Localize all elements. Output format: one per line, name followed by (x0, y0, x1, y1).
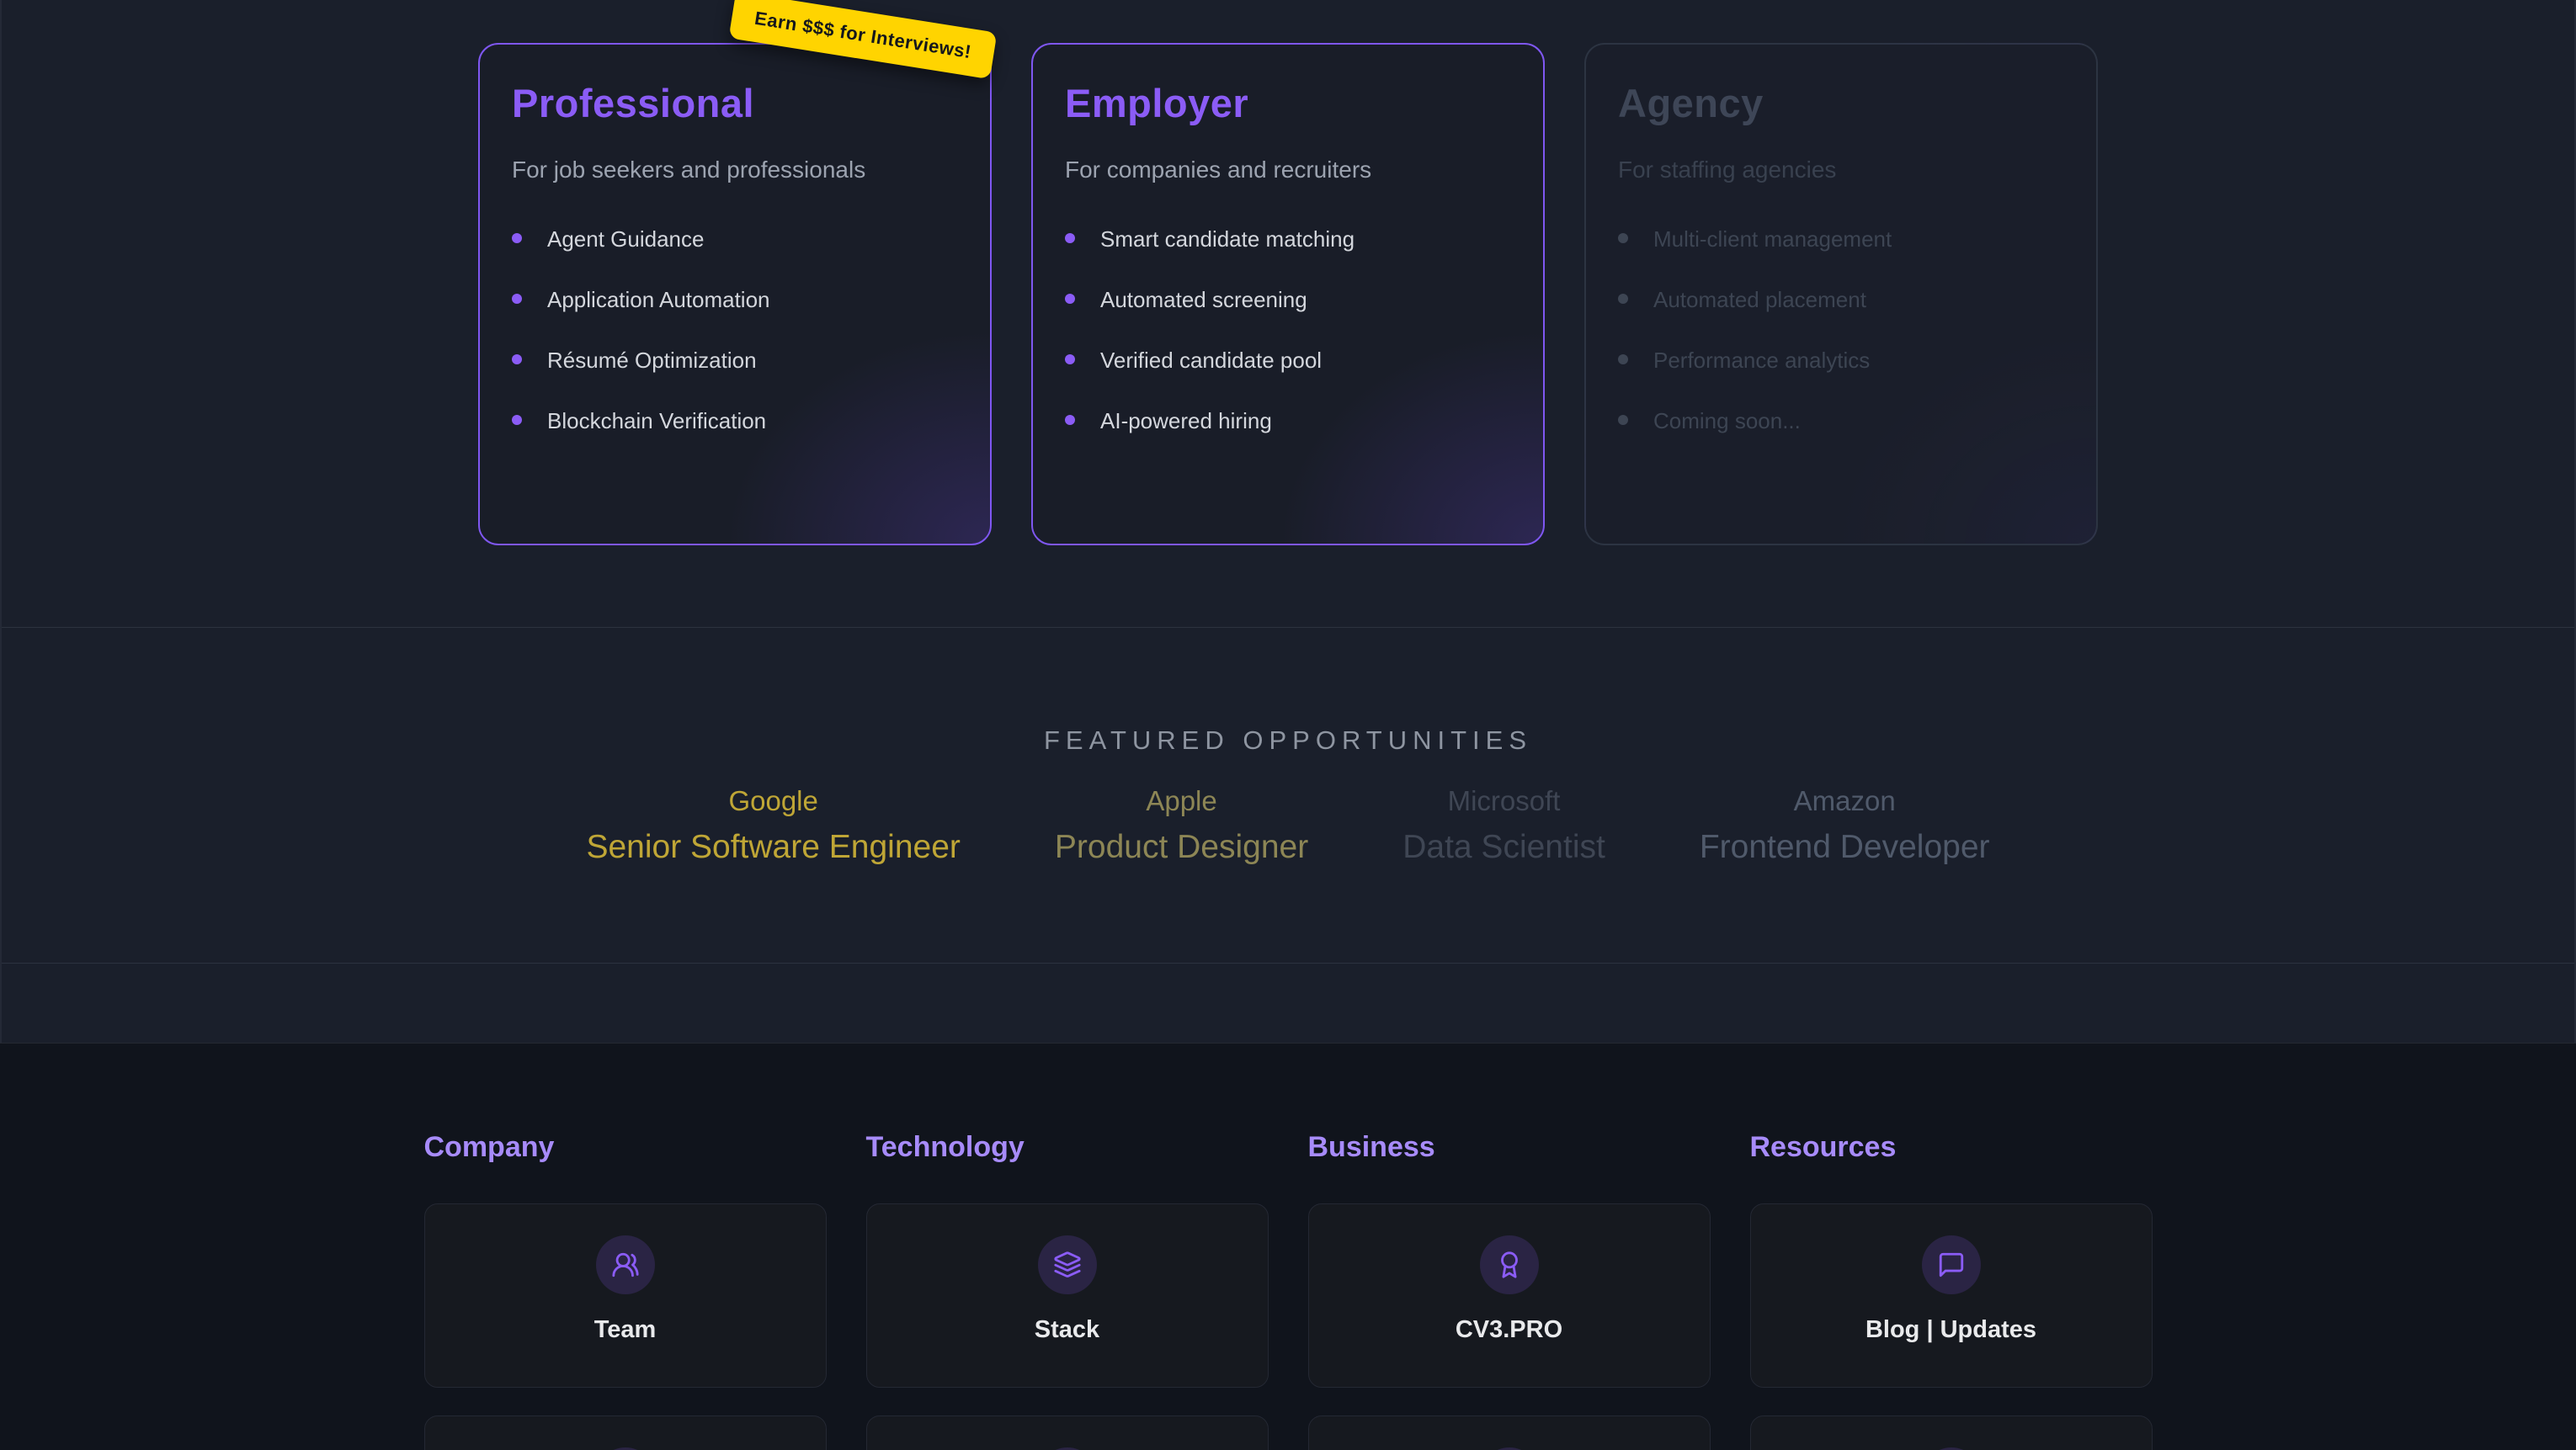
plan-subtitle: For staffing agencies (1618, 157, 2064, 183)
footer-column-company: Company Team (424, 1131, 827, 1450)
job-role: Senior Software Engineer (586, 828, 960, 867)
plan-card-professional[interactable]: Professional For job seekers and profess… (478, 43, 992, 545)
bullet-icon (1618, 415, 1628, 425)
plan-feature: Verified candidate pool (1065, 347, 1511, 374)
plan-feature-label: Résumé Optimization (547, 347, 757, 374)
plan-card-agency: Agency For staffing agencies Multi-clien… (1584, 43, 2098, 545)
plan-feature-label: Automated placement (1653, 286, 1866, 313)
featured-job-apple[interactable]: Apple Product Designer (1055, 784, 1308, 867)
footer-heading: Business (1308, 1131, 1711, 1164)
footer-columns: Company Team Technology Stack (424, 1131, 2153, 1450)
footer-card-label: Stack (1035, 1316, 1099, 1344)
bullet-icon (1618, 354, 1628, 364)
footer-card-partial[interactable] (866, 1415, 1269, 1450)
job-company: Microsoft (1402, 784, 1605, 818)
bullet-icon (1618, 233, 1628, 243)
plan-feature-list: Multi-client management Automated placem… (1618, 226, 2064, 434)
footer: Company Team Technology Stack (0, 1043, 2576, 1450)
job-company: Amazon (1700, 784, 1990, 818)
footer-card-label: Blog | Updates (1865, 1316, 2036, 1344)
plan-feature-label: Application Automation (547, 286, 770, 313)
featured-opportunities-section: FEATURED OPPORTUNITIES Google Senior Sof… (2, 627, 2574, 963)
footer-card-partial[interactable] (1750, 1415, 2153, 1450)
featured-job-microsoft[interactable]: Microsoft Data Scientist (1402, 784, 1605, 867)
message-icon (1922, 1235, 1981, 1294)
plan-feature: Smart candidate matching (1065, 226, 1511, 252)
featured-heading: FEATURED OPPORTUNITIES (2, 725, 2574, 756)
footer-heading: Technology (866, 1131, 1269, 1164)
plan-feature-label: AI-powered hiring (1100, 407, 1272, 434)
job-role: Frontend Developer (1700, 828, 1990, 867)
plan-feature: AI-powered hiring (1065, 407, 1511, 434)
plan-feature: Coming soon... (1618, 407, 2064, 434)
featured-jobs-row: Google Senior Software Engineer Apple Pr… (2, 784, 2574, 867)
job-company: Google (586, 784, 960, 818)
plan-title: Professional (512, 80, 958, 126)
footer-card-label: CV3.PRO (1456, 1316, 1562, 1344)
plan-feature-label: Smart candidate matching (1100, 226, 1355, 252)
plan-feature-label: Verified candidate pool (1100, 347, 1322, 374)
footer-card-stack[interactable]: Stack (866, 1203, 1269, 1388)
page-upper: Earn $$$ for Interviews! Professional Fo… (0, 0, 2576, 1043)
bullet-icon (1065, 354, 1075, 364)
layers-icon (1038, 1235, 1097, 1294)
plan-subtitle: For companies and recruiters (1065, 157, 1511, 183)
plan-feature-list: Agent Guidance Application Automation Ré… (512, 226, 958, 434)
footer-card-partial[interactable] (424, 1415, 827, 1450)
footer-card-partial[interactable] (1308, 1415, 1711, 1450)
bullet-icon (512, 415, 522, 425)
footer-heading: Company (424, 1131, 827, 1164)
footer-heading: Resources (1750, 1131, 2153, 1164)
plan-card-employer[interactable]: Employer For companies and recruiters Sm… (1031, 43, 1545, 545)
plan-title: Agency (1618, 80, 2064, 126)
plan-subtitle: For job seekers and professionals (512, 157, 958, 183)
plan-feature: Performance analytics (1618, 347, 2064, 374)
featured-job-google[interactable]: Google Senior Software Engineer (586, 784, 960, 867)
bullet-icon (512, 233, 522, 243)
footer-column-resources: Resources Blog | Updates (1750, 1131, 2153, 1450)
plan-feature: Blockchain Verification (512, 407, 958, 434)
plan-feature-label: Automated screening (1100, 286, 1307, 313)
pricing-section: Earn $$$ for Interviews! Professional Fo… (2, 0, 2574, 627)
plan-feature: Multi-client management (1618, 226, 2064, 252)
plan-feature: Agent Guidance (512, 226, 958, 252)
bullet-icon (1065, 415, 1075, 425)
plan-feature: Résumé Optimization (512, 347, 958, 374)
bullet-icon (1618, 294, 1628, 304)
bullet-icon (512, 354, 522, 364)
footer-card-blog[interactable]: Blog | Updates (1750, 1203, 2153, 1388)
footer-column-technology: Technology Stack (866, 1131, 1269, 1450)
job-role: Data Scientist (1402, 828, 1605, 867)
plan-feature-label: Multi-client management (1653, 226, 1892, 252)
plan-feature: Application Automation (512, 286, 958, 313)
footer-card-label: Team (594, 1316, 657, 1344)
bullet-icon (512, 294, 522, 304)
bullet-icon (1065, 233, 1075, 243)
plan-feature-label: Blockchain Verification (547, 407, 766, 434)
award-icon (1480, 1235, 1539, 1294)
featured-job-amazon[interactable]: Amazon Frontend Developer (1700, 784, 1990, 867)
plan-feature-list: Smart candidate matching Automated scree… (1065, 226, 1511, 434)
plan-feature: Automated placement (1618, 286, 2064, 313)
plan-title: Employer (1065, 80, 1511, 126)
plan-feature: Automated screening (1065, 286, 1511, 313)
pricing-cards-row: Earn $$$ for Interviews! Professional Fo… (478, 0, 2098, 545)
bullet-icon (1065, 294, 1075, 304)
plan-feature-label: Performance analytics (1653, 347, 1870, 374)
users-icon (596, 1235, 655, 1294)
plan-feature-label: Agent Guidance (547, 226, 704, 252)
footer-column-business: Business CV3.PRO (1308, 1131, 1711, 1450)
footer-card-cv3pro[interactable]: CV3.PRO (1308, 1203, 1711, 1388)
footer-card-team[interactable]: Team (424, 1203, 827, 1388)
spacer-strip (2, 963, 2574, 1043)
job-company: Apple (1055, 784, 1308, 818)
plan-feature-label: Coming soon... (1653, 407, 1801, 434)
job-role: Product Designer (1055, 828, 1308, 867)
